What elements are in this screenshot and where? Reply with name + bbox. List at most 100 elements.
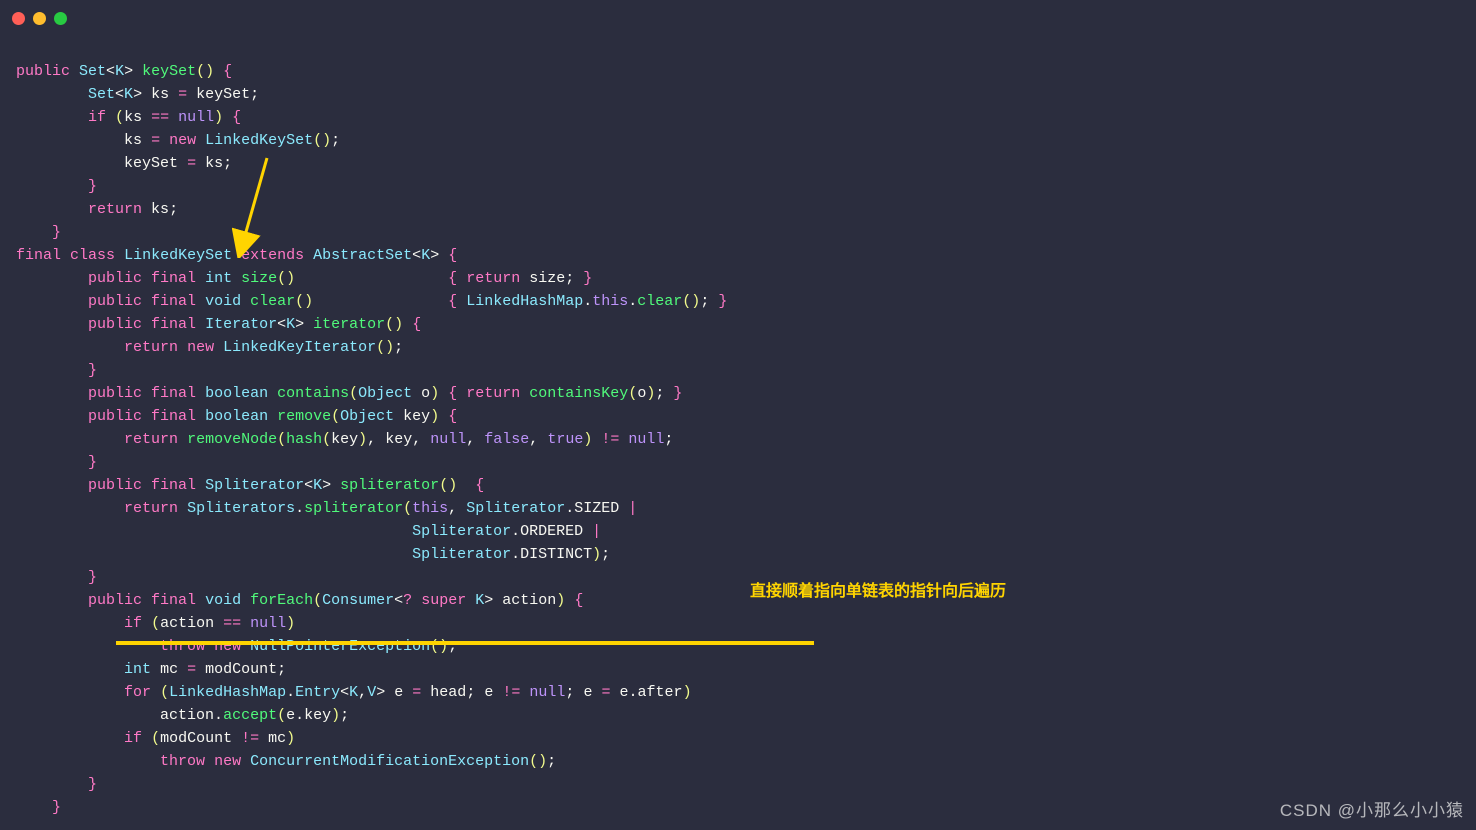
identifier: ks xyxy=(151,86,169,103)
maximize-icon[interactable] xyxy=(54,12,67,25)
identifier: ORDERED xyxy=(520,523,583,540)
identifier: e xyxy=(484,684,493,701)
keyword: return xyxy=(124,339,178,356)
window-traffic-lights xyxy=(12,12,67,25)
type: Entry xyxy=(295,684,340,701)
identifier: o xyxy=(421,385,430,402)
type-param: K xyxy=(349,684,358,701)
keyword: final xyxy=(151,385,196,402)
method: keySet xyxy=(142,63,196,80)
identifier: modCount xyxy=(205,661,277,678)
type-param: K xyxy=(115,63,124,80)
identifier: key xyxy=(403,408,430,425)
keyword: this xyxy=(412,500,448,517)
keyword: extends xyxy=(241,247,304,264)
identifier: o xyxy=(637,385,646,402)
method: contains xyxy=(277,385,349,402)
literal: null xyxy=(529,684,565,701)
keyword: public xyxy=(88,293,142,310)
type: int xyxy=(124,661,151,678)
identifier: action xyxy=(502,592,556,609)
type: LinkedKeyIterator xyxy=(223,339,376,356)
type: Spliterator xyxy=(466,500,565,517)
identifier: ks xyxy=(124,109,142,126)
identifier: keySet xyxy=(196,86,250,103)
identifier: size xyxy=(529,270,565,287)
keyword: throw xyxy=(160,753,205,770)
type-param: K xyxy=(475,592,484,609)
keyword: public xyxy=(88,477,142,494)
method: remove xyxy=(277,408,331,425)
identifier: key xyxy=(331,431,358,448)
type: ConcurrentModificationException xyxy=(250,753,529,770)
identifier: modCount xyxy=(160,730,232,747)
type: boolean xyxy=(205,408,268,425)
keyword: final xyxy=(151,293,196,310)
identifier: action xyxy=(160,707,214,724)
close-icon[interactable] xyxy=(12,12,25,25)
type: Set xyxy=(79,63,106,80)
keyword: super xyxy=(421,592,466,609)
keyword: if xyxy=(124,615,142,632)
method: clear xyxy=(637,293,682,310)
type: boolean xyxy=(205,385,268,402)
annotation-text: 直接顺着指向单链表的指针向后遍历 xyxy=(750,580,1006,603)
type: Set xyxy=(88,86,115,103)
type-param: K xyxy=(124,86,133,103)
identifier: mc xyxy=(268,730,286,747)
method: containsKey xyxy=(529,385,628,402)
type: LinkedKeySet xyxy=(205,132,313,149)
keyword: if xyxy=(124,730,142,747)
keyword: public xyxy=(88,270,142,287)
method: size xyxy=(241,270,277,287)
keyword: new xyxy=(214,753,241,770)
keyword: public xyxy=(88,592,142,609)
literal: true xyxy=(547,431,583,448)
type-param: V xyxy=(367,684,376,701)
highlight-underline xyxy=(116,641,814,645)
identifier: e xyxy=(394,684,403,701)
method: hash xyxy=(286,431,322,448)
type: Consumer xyxy=(322,592,394,609)
type: Object xyxy=(358,385,412,402)
literal: null xyxy=(250,615,286,632)
method: clear xyxy=(250,293,295,310)
type: AbstractSet xyxy=(313,247,412,264)
keyword: final xyxy=(151,477,196,494)
type-param: K xyxy=(286,316,295,333)
keyword: final xyxy=(151,408,196,425)
type: LinkedKeySet xyxy=(124,247,232,264)
type: Spliterator xyxy=(412,546,511,563)
keyword: class xyxy=(70,247,115,264)
minimize-icon[interactable] xyxy=(33,12,46,25)
keyword: for xyxy=(124,684,151,701)
identifier: ks xyxy=(205,155,223,172)
identifier: key xyxy=(304,707,331,724)
type: Spliterator xyxy=(412,523,511,540)
type: void xyxy=(205,293,241,310)
literal: null xyxy=(628,431,664,448)
keyword: public xyxy=(88,385,142,402)
type: Object xyxy=(340,408,394,425)
keyword: final xyxy=(151,316,196,333)
keyword: final xyxy=(16,247,61,264)
keyword: final xyxy=(151,592,196,609)
method: accept xyxy=(223,707,277,724)
type: LinkedHashMap xyxy=(466,293,583,310)
type: LinkedHashMap xyxy=(169,684,286,701)
identifier: ks xyxy=(151,201,169,218)
code-block: public Set<K> keySet() { Set<K> ks = key… xyxy=(16,60,727,819)
keyword: if xyxy=(88,109,106,126)
method: spliterator xyxy=(340,477,439,494)
keyword: public xyxy=(16,63,70,80)
identifier: after xyxy=(638,684,683,701)
type: Spliterators xyxy=(187,500,295,517)
type-param: K xyxy=(313,477,322,494)
type-param: K xyxy=(421,247,430,264)
method: forEach xyxy=(250,592,313,609)
literal: false xyxy=(484,431,529,448)
keyword: return xyxy=(124,500,178,517)
keyword: this xyxy=(592,293,628,310)
method: removeNode xyxy=(187,431,277,448)
method: iterator xyxy=(313,316,385,333)
